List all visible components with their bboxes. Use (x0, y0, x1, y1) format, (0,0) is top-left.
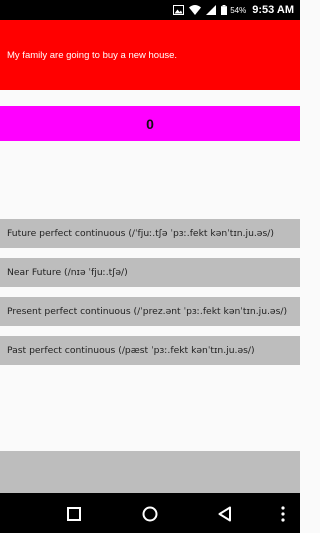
back-triangle-icon (218, 506, 231, 522)
recents-square-icon (67, 507, 81, 521)
sentence-panel: My family are going to buy a new house. (0, 20, 300, 90)
recents-button[interactable] (63, 503, 85, 525)
more-vertical-icon (281, 506, 285, 522)
answer-option-4[interactable]: Past perfect continuous (/pæst ˈpɜː.fekt… (0, 336, 300, 365)
battery-icon (221, 5, 228, 15)
signal-icon (206, 5, 217, 15)
navigation-bar (0, 493, 300, 533)
back-button[interactable] (214, 503, 236, 525)
status-time: 9:53 AM (252, 4, 294, 16)
sentence-text: My family are going to buy a new house. (7, 49, 178, 61)
option-label: Past perfect continuous (/pæst ˈpɜː.fekt… (7, 345, 255, 356)
score-panel: 0 (0, 106, 300, 141)
home-circle-icon (142, 506, 158, 522)
answer-option-1[interactable]: Future perfect continuous (/ˈfjuː.tʃə ˈp… (0, 219, 300, 248)
image-icon (173, 5, 185, 15)
bottom-panel (0, 451, 300, 493)
answer-option-2[interactable]: Near Future (/nɪə ˈfjuː.tʃə/) (0, 258, 300, 287)
battery-percent: 54% (230, 5, 247, 15)
wifi-icon (189, 5, 202, 15)
option-label: Near Future (/nɪə ˈfjuː.tʃə/) (7, 267, 128, 278)
home-button[interactable] (139, 503, 161, 525)
option-label: Future perfect continuous (/ˈfjuː.tʃə ˈp… (7, 228, 274, 239)
answer-option-3[interactable]: Present perfect continuous (/ˈprez.ənt ˈ… (0, 297, 300, 326)
more-options-button[interactable] (272, 503, 294, 525)
option-label: Present perfect continuous (/ˈprez.ənt ˈ… (7, 306, 288, 317)
score-value: 0 (146, 115, 154, 132)
status-bar: 54% 9:53 AM (0, 0, 300, 20)
